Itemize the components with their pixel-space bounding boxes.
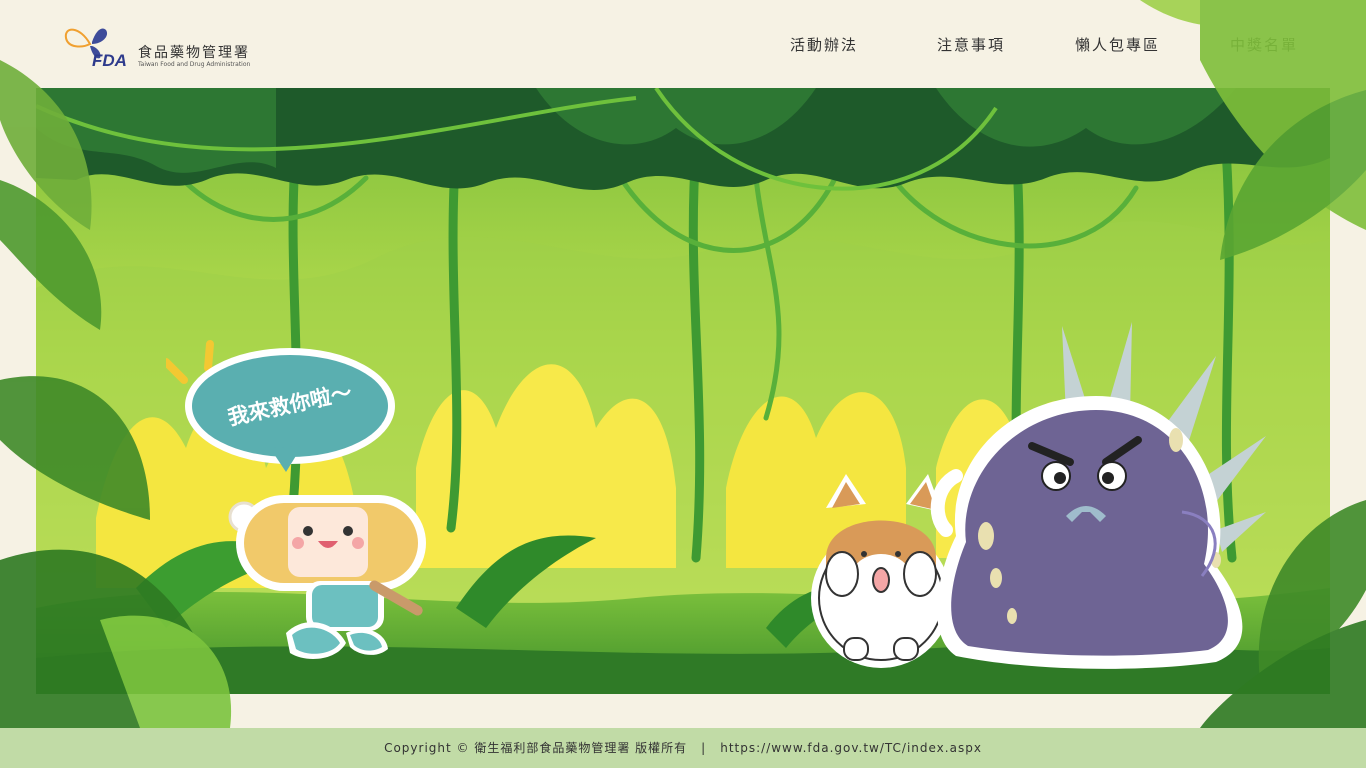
nav-item-infographics[interactable]: 懶人包專區 [1075, 34, 1160, 55]
site-footer: Copyright © 衛生福利部食品藥物管理署 版權所有 | https://ww… [0, 728, 1366, 768]
speech-bubble: 我來救你啦～ [166, 340, 395, 472]
footer-url-link[interactable]: https://www.fda.gov.tw/TC/index.aspx [720, 741, 982, 755]
nav-item-notes[interactable]: 注意事項 [937, 34, 1005, 55]
germ-monster-character [930, 322, 1266, 669]
hero-banner: 我來救你啦～ [36, 88, 1330, 694]
footer-copyright: Copyright © 衛生福利部食品藥物管理署 版權所有 [384, 741, 688, 755]
bandage-hero-character [228, 495, 426, 659]
main-nav: 活動辦法 注意事項 懶人包專區 中獎名單 [0, 34, 1366, 58]
logo-english-name: Taiwan Food and Drug Administration [138, 61, 251, 68]
nav-item-winners[interactable]: 中獎名單 [1230, 34, 1298, 55]
site-header: FDA 食品藥物管理署 Taiwan Food and Drug Adminis… [0, 0, 1366, 88]
footer-separator: | [701, 741, 707, 755]
nav-item-event-rules[interactable]: 活動辦法 [790, 34, 858, 55]
